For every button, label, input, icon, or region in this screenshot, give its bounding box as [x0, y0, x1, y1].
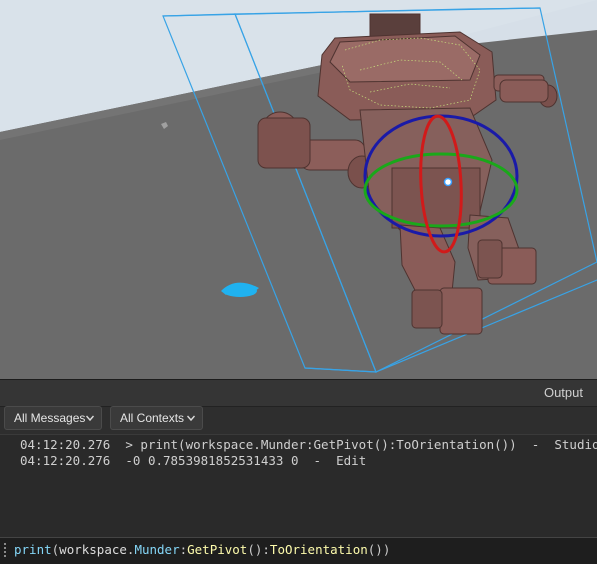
3d-viewport[interactable] [0, 0, 597, 379]
chevron-down-icon [187, 415, 195, 422]
message-filter-label: All Messages [14, 411, 86, 425]
log-message: -0 0.7853981852531433 0 [125, 453, 299, 468]
output-log[interactable]: 04:12:20.276 > print(workspace.Munder:Ge… [0, 434, 597, 538]
context-filter-dropdown[interactable]: All Contexts [110, 406, 203, 430]
command-token: (): [247, 542, 270, 557]
command-token: Munder [134, 542, 180, 557]
command-token: ()) [367, 542, 391, 557]
chevron-down-icon [86, 415, 94, 422]
log-separator: - [313, 453, 322, 468]
output-panel: Output All Messages All Contexts 04:12:2… [0, 379, 597, 564]
log-separator: - [531, 437, 540, 452]
command-token: GetPivot [187, 542, 248, 557]
command-token: print [14, 542, 52, 557]
output-header: Output [0, 380, 597, 407]
log-timestamp: 04:12:20.276 [20, 437, 111, 452]
command-input[interactable]: print(workspace.Munder:GetPivot():ToOrie… [14, 542, 390, 557]
command-token: workspace [59, 542, 127, 557]
log-timestamp: 04:12:20.276 [20, 453, 111, 468]
log-entry[interactable]: 04:12:20.276 > print(workspace.Munder:Ge… [20, 437, 597, 452]
context-filter-label: All Contexts [120, 411, 185, 425]
command-gutter [4, 543, 8, 557]
command-token: : [179, 542, 188, 557]
log-message: > print(workspace.Munder:GetPivot():ToOr… [125, 437, 517, 452]
log-context: Edit [336, 453, 367, 468]
log-context: Studio [554, 437, 597, 452]
panel-title: Output [543, 385, 583, 400]
log-entry[interactable]: 04:12:20.276 -0 0.7853981852531433 0 - E… [20, 453, 366, 468]
command-bar[interactable]: print(workspace.Munder:GetPivot():ToOrie… [0, 537, 597, 564]
message-filter-dropdown[interactable]: All Messages [4, 406, 102, 430]
command-token: ToOrientation [269, 542, 368, 557]
scene-render [0, 0, 597, 379]
